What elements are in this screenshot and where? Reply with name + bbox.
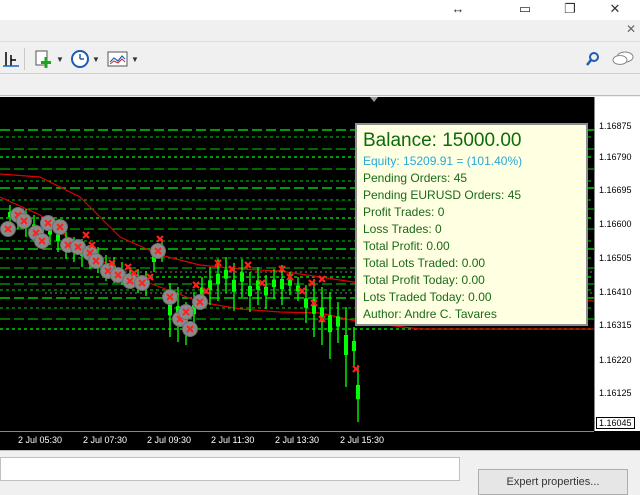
template-icon <box>107 51 128 67</box>
search-button[interactable] <box>585 48 601 70</box>
candle-body <box>356 384 360 400</box>
chat-button[interactable] <box>612 48 634 70</box>
profit-trades-label: Profit Trades: 0 <box>363 205 445 219</box>
candle-body <box>352 341 356 351</box>
price-axis: 1.16875 1.16790 1.16695 1.16600 1.16505 1.164… <box>594 97 640 431</box>
subwindow-bar: ✕ <box>0 20 640 42</box>
time-tick-label: 2 Jul 07:30 <box>83 435 128 445</box>
periods-button[interactable]: ▼ <box>70 48 100 70</box>
price-tick-label: 1.16790 <box>599 152 632 162</box>
pending-order-icon <box>244 261 252 269</box>
pending-eurusd-label: Pending EURUSD Orders: 45 <box>363 188 522 202</box>
chevron-down-icon: ▼ <box>131 54 139 64</box>
price-tick-label: 1.16410 <box>599 287 632 297</box>
minimize-icon[interactable]: ▭ <box>505 0 545 20</box>
time-tick-label: 2 Jul 15:30 <box>340 435 385 445</box>
chart-bars-button[interactable] <box>2 48 20 70</box>
candle-body <box>328 315 332 333</box>
title-bar: ↔ ▭ ❐ ✕ <box>0 0 640 20</box>
chart-bars-icon <box>3 52 19 67</box>
total-lots-label: Total Lots Traded: 0.00 <box>363 256 486 270</box>
candle-body <box>56 234 60 242</box>
price-tick-label: 1.16600 <box>599 219 632 229</box>
candle-body <box>288 280 292 286</box>
price-tick-label: 1.16315 <box>599 320 632 330</box>
price-tick-label: 1.16125 <box>599 388 632 398</box>
period-clock-icon <box>71 50 89 68</box>
template-button[interactable]: ▼ <box>107 48 139 70</box>
candle-body <box>272 279 276 287</box>
toolbar-separator <box>24 48 25 70</box>
expert-properties-button[interactable]: Expert properties... <box>478 469 628 495</box>
price-tick-label: 1.16505 <box>599 253 632 263</box>
candle-body <box>248 286 252 296</box>
candle-body <box>280 279 284 289</box>
balance-label: Balance: 15000.00 <box>363 130 522 151</box>
chevron-down-icon: ▼ <box>92 54 100 64</box>
time-tick-label: 2 Jul 09:30 <box>147 435 192 445</box>
lots-today-label: Lots Traded Today: 0.00 <box>363 290 492 304</box>
candle-body <box>336 316 340 327</box>
bottom-panel: Expert properties... <box>0 450 640 495</box>
candle-body <box>264 286 268 296</box>
time-tick-label: 2 Jul 05:30 <box>18 435 63 445</box>
candle-body <box>304 298 308 308</box>
toolbar: ▼ ▼ ▼ <box>0 42 640 74</box>
profit-today-label: Total Profit Today: 0.00 <box>363 273 485 287</box>
restore-icon[interactable]: ❐ <box>550 0 590 20</box>
equity-label: Equity: 15209.91 = (101.40%) <box>363 154 523 168</box>
time-tick-label: 2 Jul 11:30 <box>211 435 255 445</box>
candle-body <box>240 272 244 282</box>
account-info-panel: Balance: 15000.00 Equity: 15209.91 = (10… <box>355 123 588 326</box>
resize-icon[interactable]: ↔ <box>438 0 478 20</box>
candle-body <box>344 335 348 355</box>
candle-body <box>232 279 236 292</box>
time-axis: 2 Jul 05:30 2 Jul 07:30 2 Jul 09:30 2 Jul 1… <box>0 431 594 450</box>
pending-order-icon <box>82 231 90 239</box>
pending-orders-label: Pending Orders: 45 <box>363 171 468 185</box>
total-profit-label: Total Profit: 0.00 <box>363 239 450 253</box>
author-label: Author: Andre C. Tavares <box>363 307 497 321</box>
pending-order-icon <box>192 281 200 289</box>
search-icon <box>586 52 599 66</box>
candle-body <box>216 273 220 285</box>
chat-icon <box>612 51 634 65</box>
bottom-field <box>0 457 460 481</box>
close-icon[interactable]: ✕ <box>595 0 635 20</box>
chart-tab-bar <box>0 74 640 96</box>
time-tick-label: 2 Jul 13:30 <box>275 435 320 445</box>
current-price-label: 1.16045 <box>596 417 635 429</box>
add-indicator-button[interactable]: ▼ <box>34 48 64 70</box>
loss-trades-label: Loss Trades: 0 <box>363 222 442 236</box>
candle-body <box>224 269 228 279</box>
chart-shift-marker-icon[interactable] <box>370 97 378 102</box>
add-indicator-icon <box>35 50 51 68</box>
price-tick-label: 1.16695 <box>599 185 632 195</box>
chevron-down-icon: ▼ <box>56 54 64 64</box>
price-tick-label: 1.16875 <box>599 121 632 131</box>
price-tick-label: 1.16220 <box>599 355 632 365</box>
subwindow-close-icon[interactable]: ✕ <box>626 22 636 36</box>
price-chart[interactable]: 1.16875 1.16790 1.16695 1.16600 1.16505 1.164… <box>0 97 640 450</box>
